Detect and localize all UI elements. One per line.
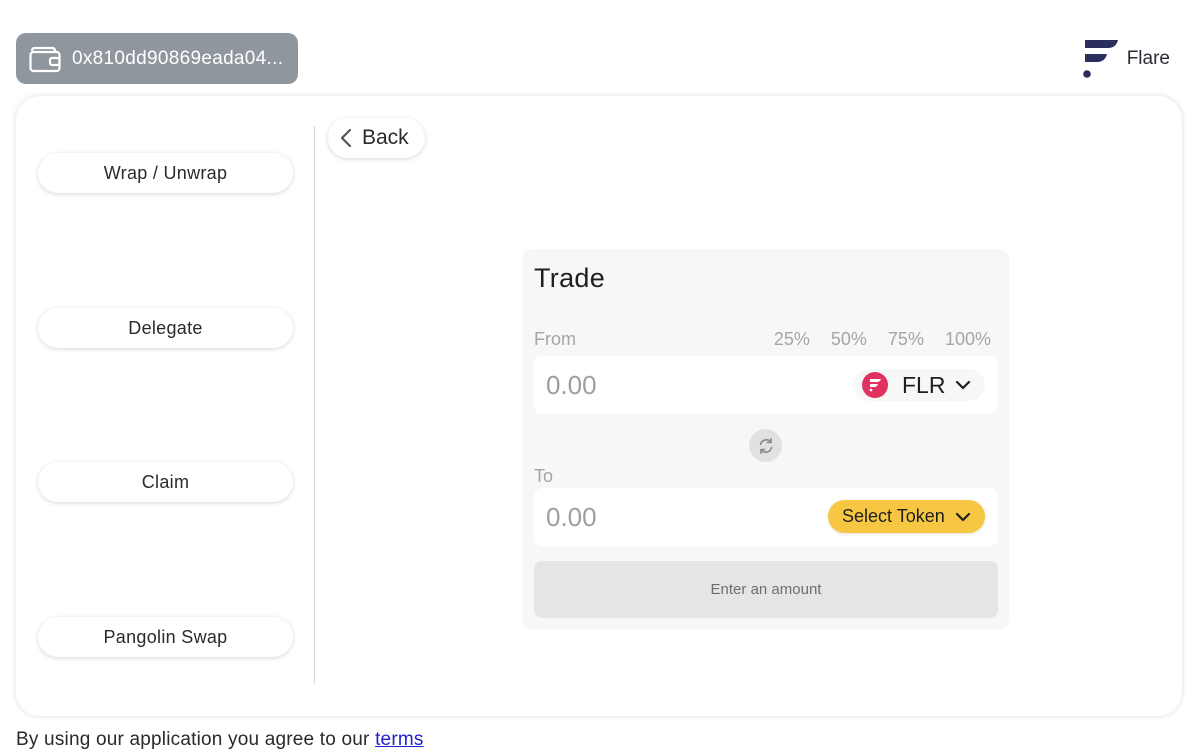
- wallet-address: 0x810dd90869eada04...: [72, 47, 284, 69]
- main-card: Wrap / Unwrap Delegate Claim Pangolin Sw…: [16, 96, 1182, 716]
- chevron-down-icon: [955, 512, 970, 521]
- to-label: To: [534, 466, 554, 486]
- select-token-button[interactable]: Select Token: [828, 500, 985, 533]
- flr-token-icon: [862, 372, 888, 398]
- brand-name: Flare: [1126, 48, 1170, 69]
- terms-text: By using our application you agree to ou…: [16, 729, 376, 750]
- chevron-down-icon: [956, 380, 971, 390]
- percent-75-button[interactable]: 75%: [888, 329, 924, 350]
- terms-notice: By using our application you agree to ou…: [16, 729, 424, 751]
- select-token-label: Select Token: [842, 506, 945, 526]
- swap-direction-button[interactable]: [749, 429, 782, 462]
- percent-options: 25% 50% 75% 100%: [774, 329, 991, 350]
- wallet-button[interactable]: 0x810dd90869eada04...: [16, 33, 298, 84]
- to-field: Select Token: [534, 488, 998, 546]
- trade-panel: Trade From 25% 50% 75% 100% 0.00 FLR To …: [522, 249, 1009, 630]
- wallet-icon: [29, 46, 61, 72]
- flare-logo-icon: [1082, 40, 1118, 78]
- from-token-selector[interactable]: FLR: [854, 369, 985, 401]
- enter-amount-button[interactable]: Enter an amount: [534, 561, 998, 618]
- from-label: From: [534, 329, 576, 349]
- trade-title: Trade: [534, 263, 606, 293]
- app-page: 0x810dd90869eada04... Flare Wrap / Unwra…: [0, 0, 1200, 756]
- sidebar-item-wrap-unwrap[interactable]: Wrap / Unwrap: [38, 153, 293, 193]
- percent-100-button[interactable]: 100%: [945, 329, 991, 350]
- terms-link[interactable]: terms: [375, 729, 424, 750]
- from-token-name: FLR: [902, 371, 946, 398]
- sidebar-item-claim[interactable]: Claim: [38, 462, 293, 502]
- sidebar-item-pangolin-swap[interactable]: Pangolin Swap: [38, 617, 293, 657]
- brand: Flare: [1079, 38, 1170, 80]
- sidebar-divider: [314, 126, 315, 684]
- percent-25-button[interactable]: 25%: [774, 329, 810, 350]
- percent-50-button[interactable]: 50%: [831, 329, 867, 350]
- refresh-icon: [759, 437, 772, 454]
- back-label: Back: [362, 126, 409, 149]
- chevron-left-icon: [340, 128, 352, 148]
- sidebar-item-delegate[interactable]: Delegate: [38, 308, 293, 348]
- from-field: FLR: [534, 356, 998, 414]
- from-amount-input[interactable]: [546, 356, 796, 414]
- back-button[interactable]: Back: [328, 118, 425, 158]
- to-amount-input[interactable]: [546, 488, 796, 546]
